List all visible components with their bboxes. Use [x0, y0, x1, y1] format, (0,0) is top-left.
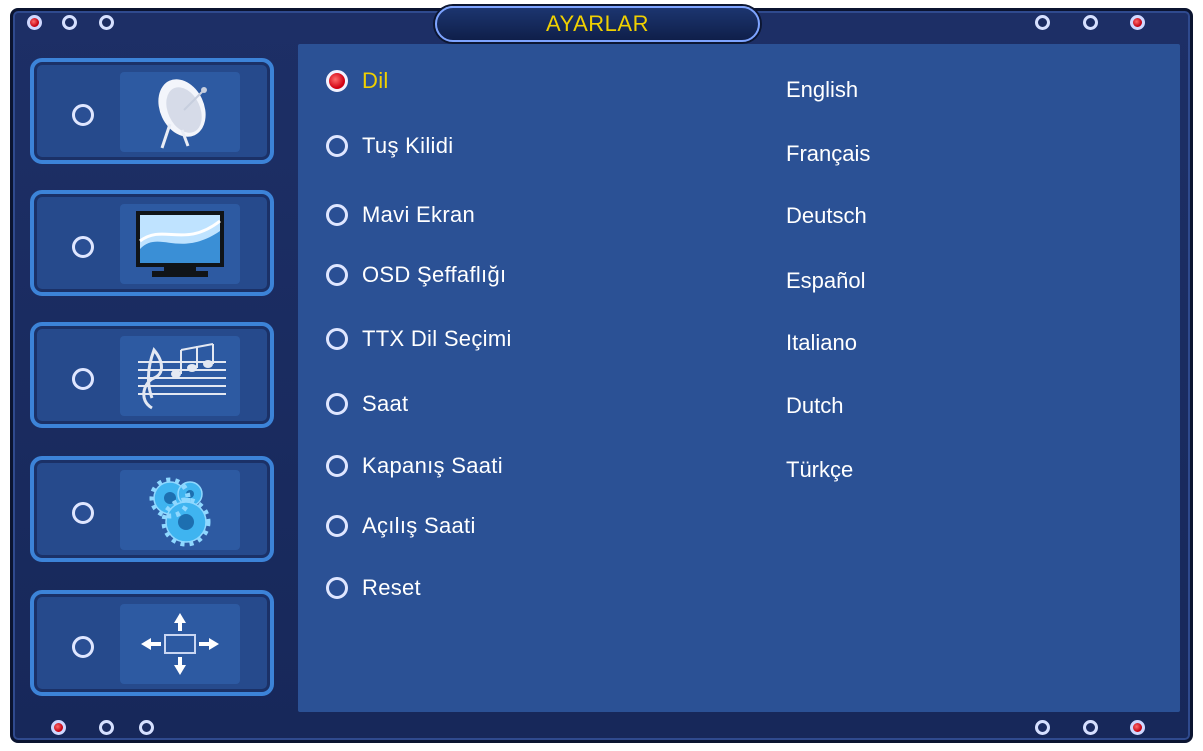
language-option-english[interactable]: English: [786, 75, 858, 105]
language-option-dutch[interactable]: Dutch: [786, 391, 843, 421]
corner-dot: [99, 15, 114, 30]
menu-item-label: Dil: [362, 68, 389, 93]
menu-item-label: Saat: [362, 391, 409, 416]
sidebar-select-indicator: [72, 502, 94, 524]
language-option-turkce[interactable]: Türkçe: [786, 455, 853, 485]
radio-icon: [326, 577, 348, 599]
sidebar-item-position[interactable]: [30, 590, 274, 696]
sidebar-select-indicator: [72, 636, 94, 658]
menu-item-label: TTX Dil Seçimi: [362, 326, 512, 351]
radio-icon: [326, 515, 348, 537]
radio-icon: [326, 264, 348, 286]
menu-item-dil[interactable]: Dil: [326, 66, 389, 96]
arrows-position-icon: [120, 604, 240, 684]
sidebar-item-installation[interactable]: [30, 58, 274, 164]
radio-icon: [326, 135, 348, 157]
page-title: AYARLAR: [435, 6, 760, 42]
menu-item-label: Tuş Kilidi: [362, 133, 454, 158]
menu-item-label: OSD Şeffaflığı: [362, 262, 507, 287]
gears-icon: [120, 470, 240, 550]
radio-icon: [326, 393, 348, 415]
language-option-espanol[interactable]: Español: [786, 266, 866, 296]
radio-icon: [326, 204, 348, 226]
menu-item-acilis-saati[interactable]: Açılış Saati: [326, 511, 476, 541]
sidebar-select-indicator: [72, 104, 94, 126]
radio-icon: [326, 328, 348, 350]
tv-monitor-icon: [120, 204, 240, 284]
menu-item-reset[interactable]: Reset: [326, 573, 421, 603]
music-notes-icon: [120, 336, 240, 416]
corner-dot-red: [51, 720, 66, 735]
language-option-deutsch[interactable]: Deutsch: [786, 201, 867, 231]
menu-item-label: Açılış Saati: [362, 513, 476, 538]
menu-item-mavi-ekran[interactable]: Mavi Ekran: [326, 200, 475, 230]
corner-dot: [1083, 720, 1098, 735]
corner-dot: [139, 720, 154, 735]
corner-dot-red: [27, 15, 42, 30]
menu-item-label: Kapanış Saati: [362, 453, 503, 478]
corner-dot: [99, 720, 114, 735]
satellite-dish-icon: [120, 72, 240, 152]
sidebar-select-indicator: [72, 368, 94, 390]
language-option-francais[interactable]: Français: [786, 139, 870, 169]
menu-item-saat[interactable]: Saat: [326, 389, 408, 419]
menu-item-kapanis-saati[interactable]: Kapanış Saati: [326, 451, 503, 481]
radio-selected-icon: [326, 70, 348, 92]
menu-item-tus-kilidi[interactable]: Tuş Kilidi: [326, 131, 453, 161]
corner-dot-red: [1130, 15, 1145, 30]
sidebar-item-settings[interactable]: [30, 456, 274, 562]
sidebar-item-sound[interactable]: [30, 322, 274, 428]
corner-dot: [62, 15, 77, 30]
sidebar-item-picture[interactable]: [30, 190, 274, 296]
menu-item-ttx-dil-secimi[interactable]: TTX Dil Seçimi: [326, 324, 512, 354]
radio-icon: [326, 455, 348, 477]
language-option-italiano[interactable]: Italiano: [786, 328, 857, 358]
sidebar-select-indicator: [72, 236, 94, 258]
menu-item-osd-seffafligi[interactable]: OSD Şeffaflığı: [326, 260, 506, 290]
menu-item-label: Reset: [362, 575, 421, 600]
corner-dot: [1035, 15, 1050, 30]
menu-item-label: Mavi Ekran: [362, 202, 476, 227]
corner-dot: [1035, 720, 1050, 735]
corner-dot: [1083, 15, 1098, 30]
corner-dot-red: [1130, 720, 1145, 735]
